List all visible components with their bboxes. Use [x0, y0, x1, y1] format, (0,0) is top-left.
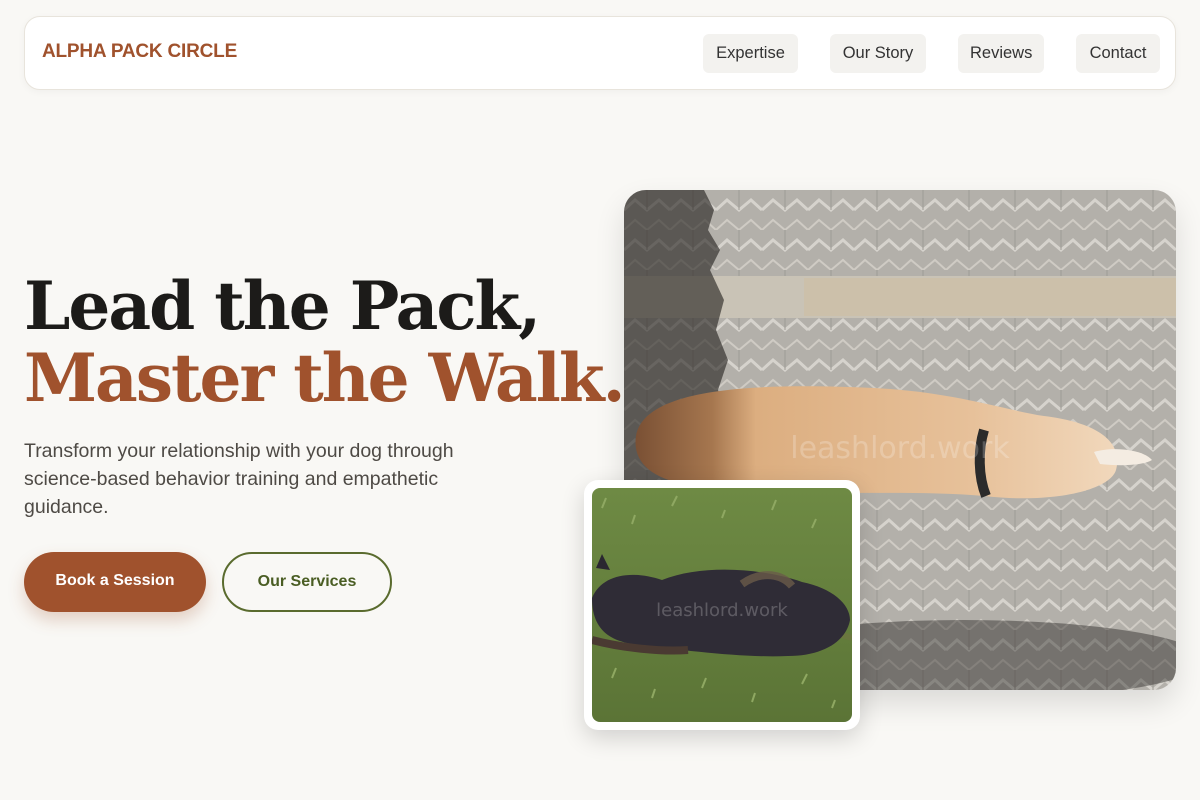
nav-link-contact[interactable]: Contact	[1076, 34, 1160, 73]
nav-link-expertise[interactable]: Expertise	[703, 34, 798, 73]
nav-link-our-story[interactable]: Our Story	[830, 34, 926, 73]
hero-secondary-photo: leashlord.work	[592, 488, 852, 722]
hero-headline: Lead the Pack, Master the Walk.	[24, 267, 626, 417]
top-navbar: ALPHA PACK CIRCLE Expertise Our Story Re…	[24, 16, 1176, 90]
our-services-button[interactable]: Our Services	[222, 552, 392, 612]
dog-on-grass-image: leashlord.work	[592, 488, 852, 722]
headline-line-1: Lead the Pack,	[24, 267, 541, 345]
book-session-button[interactable]: Book a Session	[24, 552, 206, 612]
small-photo-watermark: leashlord.work	[656, 600, 788, 621]
hero-secondary-photo-frame: leashlord.work	[584, 480, 860, 730]
main-photo-watermark: leashlord.work	[790, 431, 1010, 466]
nav-link-reviews[interactable]: Reviews	[958, 34, 1044, 73]
headline-line-2: Master the Walk.	[24, 339, 626, 417]
brand-logo[interactable]: ALPHA PACK CIRCLE	[42, 41, 237, 63]
hero-subtext: Transform your relationship with your do…	[24, 440, 454, 518]
